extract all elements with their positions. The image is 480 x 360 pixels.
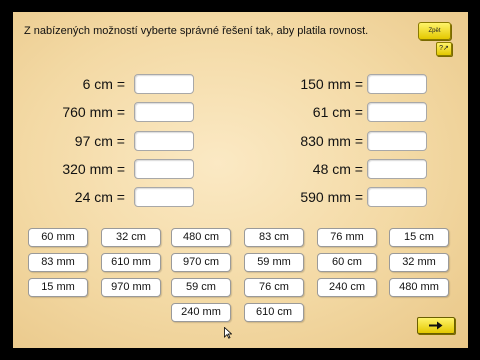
answer-slot[interactable] bbox=[367, 131, 427, 151]
answer-chip[interactable]: 60 cm bbox=[317, 253, 377, 272]
equation-row: 760 mm = bbox=[13, 102, 213, 122]
equation-label: 830 mm = bbox=[300, 133, 363, 149]
answer-chip[interactable]: 15 mm bbox=[28, 278, 88, 297]
answer-chip[interactable]: 59 cm bbox=[171, 278, 231, 297]
answer-slot[interactable] bbox=[367, 159, 427, 179]
answer-chip[interactable]: 480 mm bbox=[389, 278, 449, 297]
mouse-cursor-icon bbox=[224, 327, 232, 339]
answer-slot[interactable] bbox=[134, 131, 194, 151]
equation-label: 24 cm = bbox=[74, 189, 125, 205]
answer-slot[interactable] bbox=[134, 74, 194, 94]
equation-row: 61 cm = bbox=[213, 102, 468, 122]
answer-chip[interactable]: 15 cm bbox=[389, 228, 449, 247]
equation-row: 24 cm = bbox=[13, 187, 213, 207]
answer-chip[interactable]: 240 cm bbox=[317, 278, 377, 297]
answer-chip[interactable]: 610 cm bbox=[244, 303, 304, 322]
equation-label: 97 cm = bbox=[74, 133, 125, 149]
answer-chip[interactable]: 76 mm bbox=[317, 228, 377, 247]
instruction-text: Z nabízených možností vyberte správné ře… bbox=[24, 25, 369, 37]
equation-row: 97 cm = bbox=[13, 131, 213, 151]
answer-slot[interactable] bbox=[134, 159, 194, 179]
equation-label: 590 mm = bbox=[300, 189, 363, 205]
equation-label: 6 cm = bbox=[82, 76, 125, 92]
answer-chip[interactable]: 480 cm bbox=[171, 228, 231, 247]
answer-chip[interactable]: 83 mm bbox=[28, 253, 88, 272]
answer-slot[interactable] bbox=[367, 102, 427, 122]
answer-chip[interactable]: 32 cm bbox=[101, 228, 161, 247]
equation-label: 150 mm = bbox=[300, 76, 363, 92]
answer-chip[interactable]: 32 mm bbox=[389, 253, 449, 272]
answer-chip[interactable]: 59 mm bbox=[244, 253, 304, 272]
exercise-stage: Z nabízených možností vyberte správné ře… bbox=[13, 12, 468, 348]
answer-slot[interactable] bbox=[134, 187, 194, 207]
equation-row: 830 mm = bbox=[213, 131, 468, 151]
answer-chip[interactable]: 76 cm bbox=[244, 278, 304, 297]
arrow-right-icon bbox=[429, 321, 443, 330]
equation-label: 320 mm = bbox=[62, 161, 125, 177]
answer-slot[interactable] bbox=[134, 102, 194, 122]
equation-row: 6 cm = bbox=[13, 74, 213, 94]
equation-row: 590 mm = bbox=[213, 187, 468, 207]
back-button[interactable]: Zpět bbox=[418, 22, 451, 40]
next-button[interactable] bbox=[417, 317, 455, 334]
answer-chip[interactable]: 610 mm bbox=[101, 253, 161, 272]
answer-chip[interactable]: 970 mm bbox=[101, 278, 161, 297]
equation-label: 48 cm = bbox=[312, 161, 363, 177]
answer-chip[interactable]: 970 cm bbox=[171, 253, 231, 272]
equation-row: 150 mm = bbox=[213, 74, 468, 94]
help-button[interactable]: ?↗ bbox=[436, 42, 452, 56]
answer-chip[interactable]: 240 mm bbox=[171, 303, 231, 322]
answer-slot[interactable] bbox=[367, 74, 427, 94]
answer-slot[interactable] bbox=[367, 187, 427, 207]
equation-label: 760 mm = bbox=[62, 104, 125, 120]
answer-chip[interactable]: 83 cm bbox=[244, 228, 304, 247]
equation-label: 61 cm = bbox=[312, 104, 363, 120]
answer-chip[interactable]: 60 mm bbox=[28, 228, 88, 247]
equation-row: 320 mm = bbox=[13, 159, 213, 179]
equation-row: 48 cm = bbox=[213, 159, 468, 179]
